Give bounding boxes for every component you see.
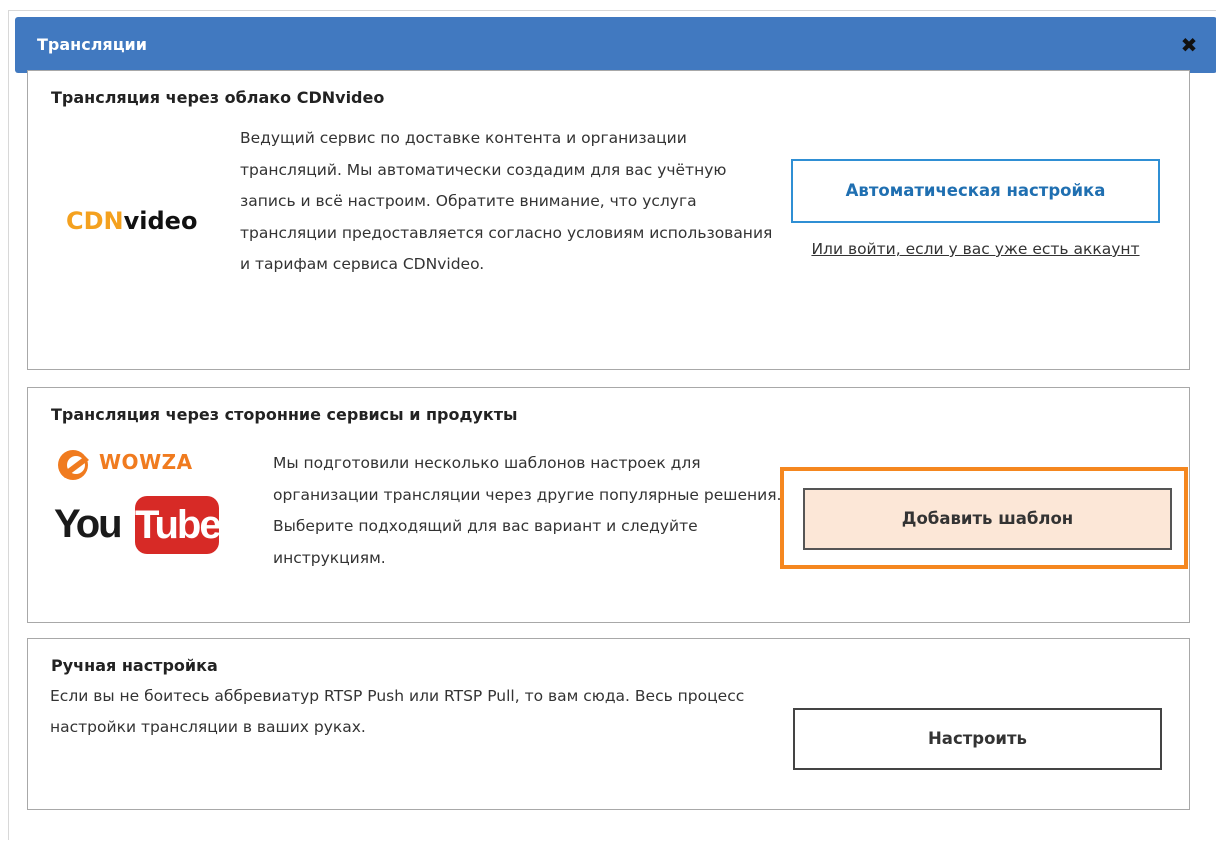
manual-setup-description: Если вы не боитесь аббревиатур RTSP Push… — [50, 687, 745, 736]
cdnvideo-logo-prefix: CDN — [66, 207, 124, 235]
wowza-logo: WOWZA — [55, 448, 235, 482]
cdnvideo-description: Ведущий сервис по доставке контента и ор… — [240, 129, 773, 273]
youtube-logo: You Tube — [54, 494, 224, 564]
dialog-titlebar: Трансляции ✖ — [15, 17, 1216, 73]
cdnvideo-card-title: Трансляция через облако CDNvideo — [51, 88, 385, 107]
close-icon[interactable]: ✖ — [1175, 31, 1203, 59]
auto-setup-button[interactable]: Автоматическая настройка — [791, 159, 1160, 223]
cdnvideo-logo: CDNvideo — [66, 207, 197, 235]
manual-setup-card: Ручная настройка Если вы не боитесь аббр… — [27, 638, 1190, 810]
third-party-card-title: Трансляция через сторонние сервисы и про… — [51, 405, 518, 424]
setup-button[interactable]: Настроить — [793, 708, 1162, 770]
cdnvideo-logo-suffix: video — [123, 207, 198, 235]
youtube-logo-you: You — [54, 502, 123, 546]
cdnvideo-card: Трансляция через облако CDNvideo CDNvide… — [27, 70, 1190, 370]
third-party-card: Трансляция через сторонние сервисы и про… — [27, 387, 1190, 623]
wowza-logo-icon — [58, 450, 89, 480]
login-existing-account-link[interactable]: Или войти, если у вас уже есть аккаунт — [791, 233, 1160, 265]
add-template-highlight: Добавить шаблон — [780, 467, 1188, 569]
third-party-description: Мы подготовили несколько шаблонов настро… — [273, 454, 782, 567]
manual-setup-card-title: Ручная настройка — [51, 656, 218, 675]
youtube-logo-tube: Tube — [135, 496, 222, 554]
wowza-logo-text: WOWZA — [99, 450, 193, 474]
add-template-button[interactable]: Добавить шаблон — [803, 488, 1172, 550]
dialog-title: Трансляции — [37, 35, 147, 54]
